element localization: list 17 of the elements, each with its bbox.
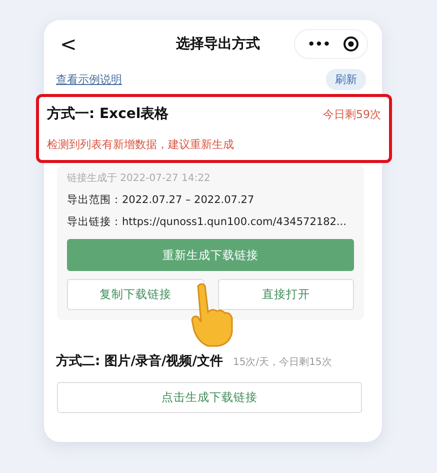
more-button[interactable]: ••• bbox=[299, 37, 339, 51]
pointing-hand-icon bbox=[190, 282, 234, 348]
page-title: 选择导出方式 bbox=[175, 35, 261, 53]
generated-time: 链接生成于 2022-07-27 14:22 bbox=[67, 172, 212, 185]
help-link[interactable]: 查看示例说明 bbox=[56, 72, 122, 86]
action-button[interactable]: 直接打开 bbox=[218, 279, 354, 310]
action-button[interactable]: 复制下载链接 bbox=[67, 279, 204, 310]
quota-text: 15次/天，今日剩15次 bbox=[232, 356, 332, 369]
section-title: 方式一: Excel表格 bbox=[47, 105, 169, 123]
warning-text: 检测到列表有新增数据，建议重新生成 bbox=[47, 137, 235, 152]
back-button[interactable]: < bbox=[54, 32, 114, 56]
regenerate-button[interactable]: 重新生成下载链接 bbox=[67, 239, 354, 271]
remaining-count: 今日剩59次 bbox=[323, 106, 381, 122]
generate-button[interactable]: 点击生成下载链接 bbox=[57, 382, 362, 413]
refresh-button[interactable]: 刷新 bbox=[326, 68, 366, 90]
section-title: 方式二: 图片/录音/视频/文件 bbox=[56, 352, 223, 370]
export-range: 导出范围：2022.07.27 – 2022.07.27 bbox=[67, 193, 256, 207]
